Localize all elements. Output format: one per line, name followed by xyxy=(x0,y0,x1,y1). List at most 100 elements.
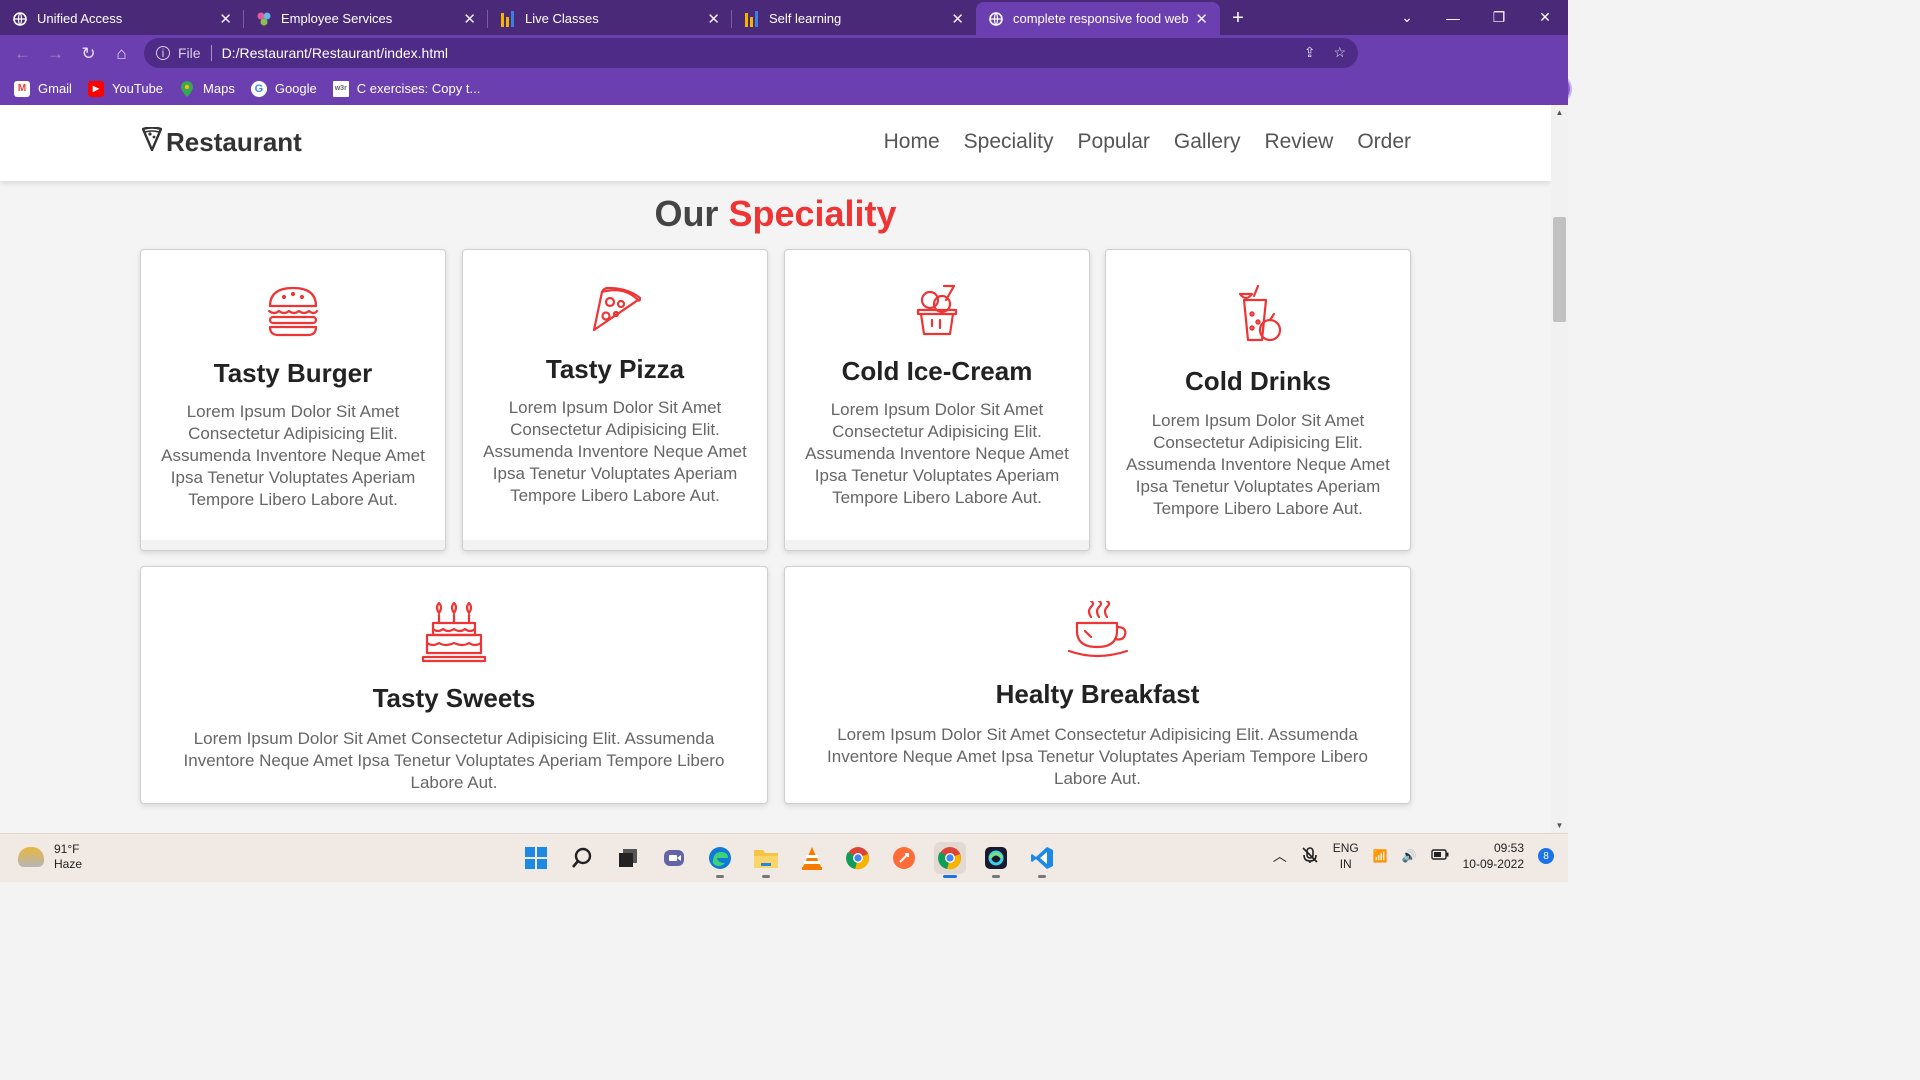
tab-self-learning[interactable]: Self learning ✕ xyxy=(732,2,976,35)
close-icon[interactable]: ✕ xyxy=(707,10,720,28)
forward-button[interactable]: → xyxy=(39,37,72,70)
weather-temp: 91°F xyxy=(54,842,80,856)
back-button[interactable]: ← xyxy=(6,37,39,70)
section-heading: Our Speciality xyxy=(0,193,1551,235)
tab-unified-access[interactable]: Unified Access ✕ xyxy=(0,2,244,35)
scrollbar-thumb[interactable] xyxy=(1553,217,1566,322)
bookmark-gmail[interactable]: M Gmail xyxy=(14,80,72,97)
bars-icon xyxy=(500,10,516,27)
minimize-button[interactable]: — xyxy=(1430,0,1476,35)
pizza-icon xyxy=(463,284,767,334)
postman-icon[interactable] xyxy=(888,842,920,874)
drink-icon xyxy=(1106,284,1410,344)
teams-chat-icon[interactable] xyxy=(658,842,690,874)
speciality-card-burger: Tasty Burger Lorem Ipsum Dolor Sit Amet … xyxy=(140,249,446,551)
vscode-icon[interactable] xyxy=(1026,842,1058,878)
web-page: Restaurant Home Speciality Popular Galle… xyxy=(0,105,1551,833)
maps-icon xyxy=(179,80,195,97)
tab-search-icon[interactable]: ⌄ xyxy=(1384,0,1430,35)
new-tab-button[interactable]: + xyxy=(1220,2,1256,35)
nav-order[interactable]: Order xyxy=(1357,130,1411,154)
speciality-card-breakfast: Healty Breakfast Lorem Ipsum Dolor Sit A… xyxy=(784,566,1411,804)
tab-strip: Unified Access ✕ Employee Services ✕ Liv… xyxy=(0,0,1568,35)
clock-date: 10-09-2022 xyxy=(1462,857,1524,871)
tab-title: Employee Services xyxy=(281,11,393,26)
bookmark-google[interactable]: G Google xyxy=(250,80,317,97)
bars-icon xyxy=(744,10,760,27)
file-explorer-icon[interactable] xyxy=(750,842,782,878)
site-logo[interactable]: Restaurant xyxy=(141,126,302,158)
card-text: Lorem Ipsum Dolor Sit Amet Consectetur A… xyxy=(827,725,1368,788)
edge-icon[interactable] xyxy=(704,842,736,878)
search-icon[interactable] xyxy=(566,842,598,874)
clock[interactable]: 09:53 10-09-2022 xyxy=(1463,840,1524,872)
tab-food-website[interactable]: complete responsive food websit ✕ xyxy=(976,2,1220,35)
language-indicator[interactable]: ENG IN xyxy=(1333,840,1359,872)
close-icon[interactable]: ✕ xyxy=(219,10,232,28)
tab-live-classes[interactable]: Live Classes ✕ xyxy=(488,2,732,35)
speciality-card-sweets: Tasty Sweets Lorem Ipsum Dolor Sit Amet … xyxy=(140,566,768,804)
volume-icon[interactable]: 🔊 xyxy=(1402,849,1417,863)
close-icon[interactable]: ✕ xyxy=(1195,10,1208,28)
close-icon[interactable]: ✕ xyxy=(951,10,964,28)
mic-muted-icon[interactable] xyxy=(1301,846,1319,867)
notification-badge[interactable]: 8 xyxy=(1538,848,1554,864)
nav-home[interactable]: Home xyxy=(884,130,940,154)
restore-button[interactable]: ❐ xyxy=(1476,0,1522,35)
card-text: Lorem Ipsum Dolor Sit Amet Consectetur A… xyxy=(805,400,1069,507)
scroll-down-icon[interactable]: ▼ xyxy=(1551,821,1568,830)
pizza-slice-icon xyxy=(141,126,163,158)
card-title: Cold Drinks xyxy=(1185,366,1331,396)
bookmark-youtube[interactable]: ▶ YouTube xyxy=(87,80,163,97)
taskbar: 91°F Haze ︿ ENG IN 📶 🔊 09:53 10-09-2022 … xyxy=(0,833,1568,882)
address-bar[interactable]: i File D:/Restaurant/Restaurant/index.ht… xyxy=(144,38,1358,68)
close-icon[interactable]: ✕ xyxy=(463,10,476,28)
burger-icon xyxy=(141,284,445,338)
wifi-icon[interactable]: 📶 xyxy=(1373,849,1388,863)
vlc-icon[interactable] xyxy=(796,842,828,874)
share-icon[interactable]: ⇪ xyxy=(1304,44,1316,61)
bookmark-c-exercises[interactable]: w3r C exercises: Copy t... xyxy=(332,80,480,97)
window-controls: ⌄ — ❐ ✕ xyxy=(1384,0,1568,35)
tab-title: Live Classes xyxy=(525,11,599,26)
bookmark-maps[interactable]: Maps xyxy=(179,80,235,97)
card-title: Tasty Pizza xyxy=(545,354,685,384)
site-header: Restaurant Home Speciality Popular Galle… xyxy=(0,105,1551,181)
chrome-icon[interactable] xyxy=(842,842,874,874)
globe-icon xyxy=(988,11,1004,27)
reload-button[interactable]: ↻ xyxy=(72,37,105,70)
bookmark-label: Gmail xyxy=(38,81,72,96)
battery-icon[interactable] xyxy=(1430,849,1449,863)
card-text: Lorem Ipsum Dolor Sit Amet Consectetur A… xyxy=(183,729,725,792)
scheme-label: File xyxy=(178,45,201,61)
google-icon: G xyxy=(250,80,267,97)
close-window-button[interactable]: ✕ xyxy=(1522,0,1568,35)
gmail-icon: M xyxy=(14,80,30,97)
nav-popular[interactable]: Popular xyxy=(1078,130,1150,154)
chrome-active-icon[interactable] xyxy=(934,842,966,878)
weather-icon xyxy=(18,847,44,867)
tab-title: Self learning xyxy=(769,11,842,26)
tab-employee-services[interactable]: Employee Services ✕ xyxy=(244,2,488,35)
weather-widget[interactable]: 91°F Haze xyxy=(18,842,82,872)
start-icon[interactable] xyxy=(520,842,552,874)
nav-speciality[interactable]: Speciality xyxy=(964,130,1054,154)
bookmark-label: Google xyxy=(274,81,317,96)
clock-time: 09:53 xyxy=(1493,841,1524,855)
coffee-icon xyxy=(785,601,1410,659)
home-button[interactable]: ⌂ xyxy=(105,37,138,70)
weather-condition: Haze xyxy=(54,857,83,871)
webex-icon[interactable] xyxy=(980,842,1012,878)
card-text: Lorem Ipsum Dolor Sit Amet Consectetur A… xyxy=(483,398,747,505)
youtube-icon: ▶ xyxy=(87,80,104,97)
nav-gallery[interactable]: Gallery xyxy=(1174,130,1241,154)
page-scrollbar[interactable]: ▲ ▼ xyxy=(1551,105,1568,833)
scroll-up-icon[interactable]: ▲ xyxy=(1551,108,1568,117)
chevron-up-icon[interactable]: ︿ xyxy=(1273,846,1287,866)
info-icon[interactable]: i xyxy=(156,46,170,60)
card-title: Tasty Sweets xyxy=(372,683,536,713)
services-icon xyxy=(256,11,272,27)
nav-review[interactable]: Review xyxy=(1264,130,1333,154)
bookmark-star-icon[interactable]: ☆ xyxy=(1333,44,1346,61)
task-view-icon[interactable] xyxy=(612,842,644,874)
